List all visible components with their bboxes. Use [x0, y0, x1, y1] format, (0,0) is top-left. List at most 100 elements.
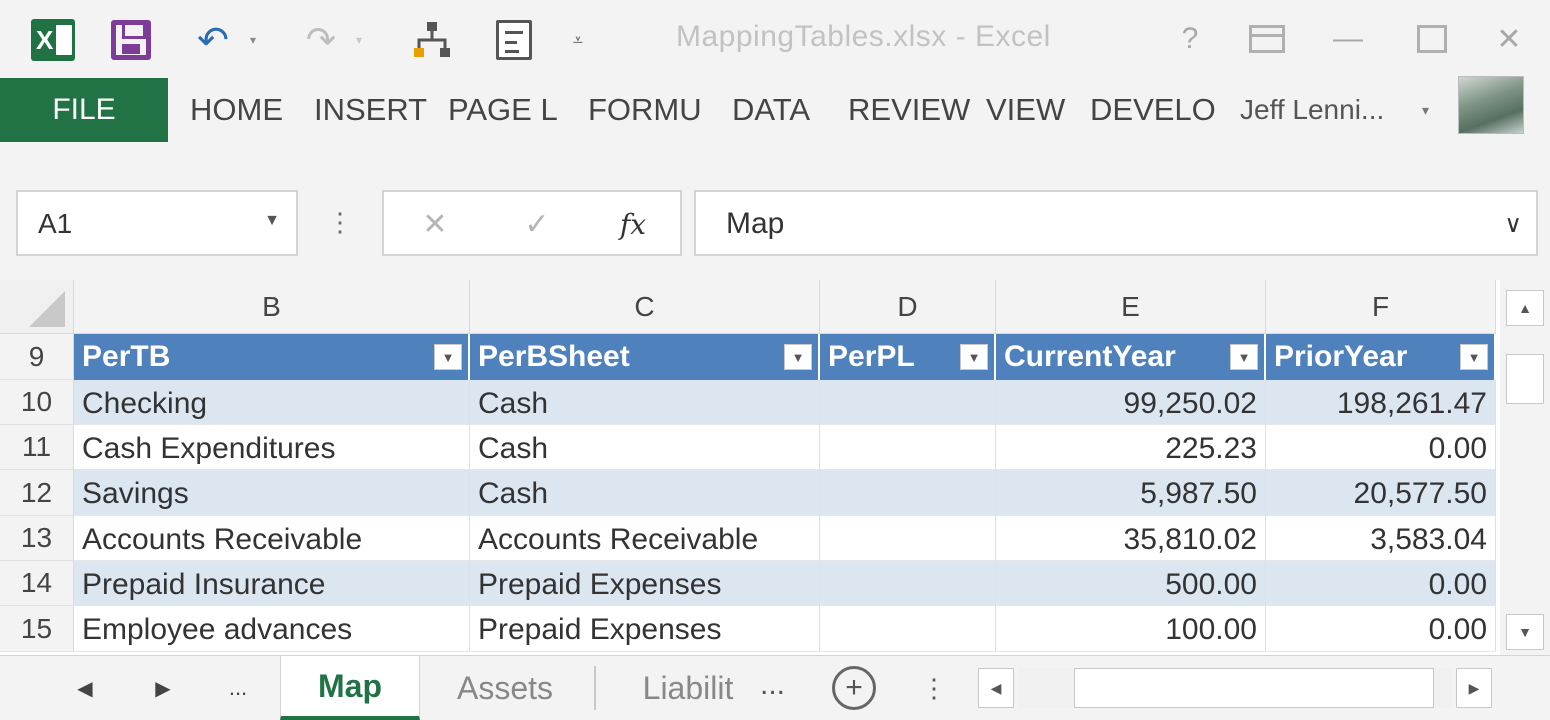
add-sheet-icon[interactable]: +: [832, 666, 876, 710]
table-cell[interactable]: 0.00: [1266, 561, 1496, 606]
filter-dropdown-icon[interactable]: ▼: [960, 344, 988, 370]
table-cell[interactable]: [820, 606, 996, 652]
worksheet-grid[interactable]: B C D E F 9 10 11 12 13 14 15 PerTB ▼ Pe…: [0, 280, 1500, 655]
expand-formula-bar-icon[interactable]: ∨: [1504, 210, 1522, 239]
scroll-thumb[interactable]: [1506, 354, 1544, 404]
table-cell[interactable]: 99,250.02: [996, 380, 1266, 425]
table-cell[interactable]: [820, 470, 996, 516]
row-header[interactable]: 13: [0, 516, 74, 561]
table-cell[interactable]: 35,810.02: [996, 516, 1266, 561]
table-cell[interactable]: [820, 516, 996, 561]
filter-dropdown-icon[interactable]: ▼: [434, 344, 462, 370]
table-cell[interactable]: Prepaid Expenses: [470, 606, 820, 652]
table-cell[interactable]: 0.00: [1266, 425, 1496, 470]
help-button[interactable]: ?: [1170, 16, 1210, 62]
row-header[interactable]: 9: [0, 334, 74, 380]
row-header[interactable]: 14: [0, 561, 74, 606]
more-sheets-left-button[interactable]: ...: [220, 668, 256, 708]
next-sheet-icon[interactable]: ▶: [148, 668, 178, 708]
tab-view[interactable]: VIEW: [986, 78, 1065, 142]
filter-dropdown-icon[interactable]: ▼: [1460, 344, 1488, 370]
row-header[interactable]: 10: [0, 380, 74, 425]
close-button[interactable]: ✕: [1484, 16, 1534, 62]
table-cell[interactable]: [820, 380, 996, 425]
maximize-button[interactable]: [1410, 16, 1454, 62]
previous-sheet-icon[interactable]: ◀: [70, 668, 100, 708]
tab-developer[interactable]: DEVELO: [1090, 78, 1216, 142]
column-header-d[interactable]: D: [820, 280, 996, 334]
table-cell[interactable]: 5,987.50: [996, 470, 1266, 516]
column-header-c[interactable]: C: [470, 280, 820, 334]
avatar[interactable]: [1458, 76, 1524, 134]
scroll-down-icon[interactable]: ▼: [1506, 614, 1544, 650]
table-header-pertb[interactable]: PerTB ▼: [74, 334, 470, 380]
sheet-tab-map[interactable]: Map: [280, 656, 420, 720]
table-cell[interactable]: Cash: [470, 470, 820, 516]
tab-insert[interactable]: INSERT: [314, 78, 427, 142]
scroll-up-icon[interactable]: ▲: [1506, 290, 1544, 326]
scroll-right-icon[interactable]: ▶: [1456, 668, 1492, 708]
row-header[interactable]: 12: [0, 470, 74, 516]
table-cell[interactable]: Prepaid Insurance: [74, 561, 470, 606]
table-cell[interactable]: Checking: [74, 380, 470, 425]
customize-toolbar-icon[interactable]: ⩡: [566, 18, 590, 62]
table-cell[interactable]: 0.00: [1266, 606, 1496, 652]
tab-home[interactable]: HOME: [190, 78, 283, 142]
tab-review[interactable]: REVIEW: [848, 78, 970, 142]
undo-dropdown-icon[interactable]: ▾: [246, 18, 260, 62]
ribbon-display-options-button[interactable]: [1244, 16, 1290, 62]
enter-icon[interactable]: ✓: [512, 202, 562, 246]
column-header-e[interactable]: E: [996, 280, 1266, 334]
undo-icon[interactable]: ↶: [188, 18, 238, 62]
table-cell[interactable]: 198,261.47: [1266, 380, 1496, 425]
table-cell[interactable]: Accounts Receivable: [74, 516, 470, 561]
sheet-tab-assets[interactable]: Assets: [430, 656, 580, 720]
table-cell[interactable]: Savings: [74, 470, 470, 516]
form-icon[interactable]: [494, 18, 534, 62]
table-cell[interactable]: Prepaid Expenses: [470, 561, 820, 606]
save-icon[interactable]: [108, 18, 154, 62]
table-cell[interactable]: 20,577.50: [1266, 470, 1496, 516]
tab-data[interactable]: DATA: [732, 78, 810, 142]
sheet-tab-liabilities[interactable]: Liabilit: [620, 656, 756, 720]
table-cell[interactable]: Employee advances: [74, 606, 470, 652]
table-cell[interactable]: 3,583.04: [1266, 516, 1496, 561]
table-cell[interactable]: Accounts Receivable: [470, 516, 820, 561]
tab-file[interactable]: FILE: [0, 78, 168, 142]
scroll-thumb[interactable]: [1074, 668, 1434, 708]
table-cell[interactable]: Cash Expenditures: [74, 425, 470, 470]
filter-dropdown-icon[interactable]: ▼: [784, 344, 812, 370]
name-box-dropdown-icon[interactable]: ▼: [264, 212, 280, 230]
table-cell[interactable]: 500.00: [996, 561, 1266, 606]
tab-formulas[interactable]: FORMU: [588, 78, 702, 142]
select-all-button[interactable]: [0, 280, 74, 334]
table-cell[interactable]: [820, 561, 996, 606]
table-header-currentyear[interactable]: CurrentYear ▼: [996, 334, 1266, 380]
table-header-perbsheet[interactable]: PerBSheet ▼: [470, 334, 820, 380]
insert-function-icon[interactable]: fx: [608, 202, 658, 246]
row-header[interactable]: 15: [0, 606, 74, 652]
row-header[interactable]: 11: [0, 425, 74, 470]
table-cell[interactable]: Cash: [470, 425, 820, 470]
more-sheets-right-button[interactable]: ...: [760, 668, 785, 708]
table-header-prioryear[interactable]: PriorYear ▼: [1266, 334, 1496, 380]
table-cell[interactable]: 225.23: [996, 425, 1266, 470]
user-dropdown-icon[interactable]: ▾: [1422, 78, 1429, 142]
formula-bar-resize-handle[interactable]: ⋮: [327, 200, 353, 244]
user-name[interactable]: Jeff Lenni...: [1240, 78, 1384, 142]
redo-dropdown-icon[interactable]: ▾: [352, 18, 366, 62]
table-cell[interactable]: Cash: [470, 380, 820, 425]
redo-icon[interactable]: ↷: [298, 18, 344, 62]
scroll-left-icon[interactable]: ◀: [978, 668, 1014, 708]
minimize-button[interactable]: —: [1328, 16, 1368, 62]
table-header-perpl[interactable]: PerPL ▼: [820, 334, 996, 380]
name-box[interactable]: A1 ▼: [16, 190, 298, 256]
cancel-icon[interactable]: ✕: [410, 202, 460, 246]
vertical-scrollbar[interactable]: ▲ ▼: [1500, 280, 1550, 655]
column-header-f[interactable]: F: [1266, 280, 1496, 334]
horizontal-scrollbar[interactable]: ◀ ▶: [978, 668, 1498, 708]
column-header-b[interactable]: B: [74, 280, 470, 334]
table-cell[interactable]: [820, 425, 996, 470]
formula-input[interactable]: Map ∨: [694, 190, 1538, 256]
scroll-track[interactable]: [1018, 668, 1452, 708]
